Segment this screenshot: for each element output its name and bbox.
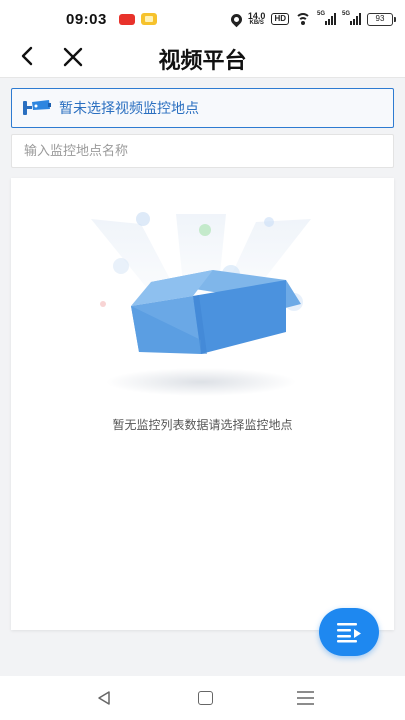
page-title: 视频平台	[158, 49, 247, 74]
hd-voice-badge: HD	[271, 13, 289, 25]
system-navigation-bar	[0, 676, 405, 720]
list-menu-button[interactable]	[319, 608, 379, 656]
location-icon	[228, 11, 245, 27]
signal-icon-sim2: 5G	[342, 11, 361, 25]
system-back-icon[interactable]	[96, 690, 112, 706]
network-speed: 14.0 KB/S	[248, 11, 266, 27]
location-label: 暂未选择视频监控地点	[59, 101, 199, 117]
location-search-input[interactable]	[11, 134, 394, 168]
network-type-sim2: 5G	[342, 11, 351, 17]
system-recents-icon[interactable]	[297, 691, 314, 705]
network-speed-unit: KB/S	[249, 19, 264, 26]
monitor-list-panel: 暂无监控列表数据请选择监控地点	[11, 178, 394, 630]
signal-icon-sim1: 5G	[317, 11, 336, 25]
news-app-notification-icon	[118, 13, 135, 25]
nav-bar: 视频平台	[0, 38, 405, 78]
message-app-notification-icon	[140, 13, 157, 25]
wifi-icon	[295, 13, 311, 25]
status-indicators: 14.0 KB/S HD 5G 5G 93	[228, 11, 396, 27]
location-selector[interactable]: 暂未选择视频监控地点	[11, 88, 394, 128]
battery-indicator: 93	[367, 12, 396, 26]
surveillance-camera-icon	[23, 100, 51, 115]
status-bar: 09:03 14.0 KB/S HD 5G 5G 93	[0, 0, 405, 38]
empty-box-icon	[91, 212, 311, 396]
system-home-icon[interactable]	[198, 691, 213, 705]
status-time: 09:03	[66, 10, 107, 28]
network-type-sim1: 5G	[317, 11, 326, 17]
empty-list-message: 暂无监控列表数据请选择监控地点	[112, 418, 293, 432]
list-menu-icon	[337, 623, 361, 643]
